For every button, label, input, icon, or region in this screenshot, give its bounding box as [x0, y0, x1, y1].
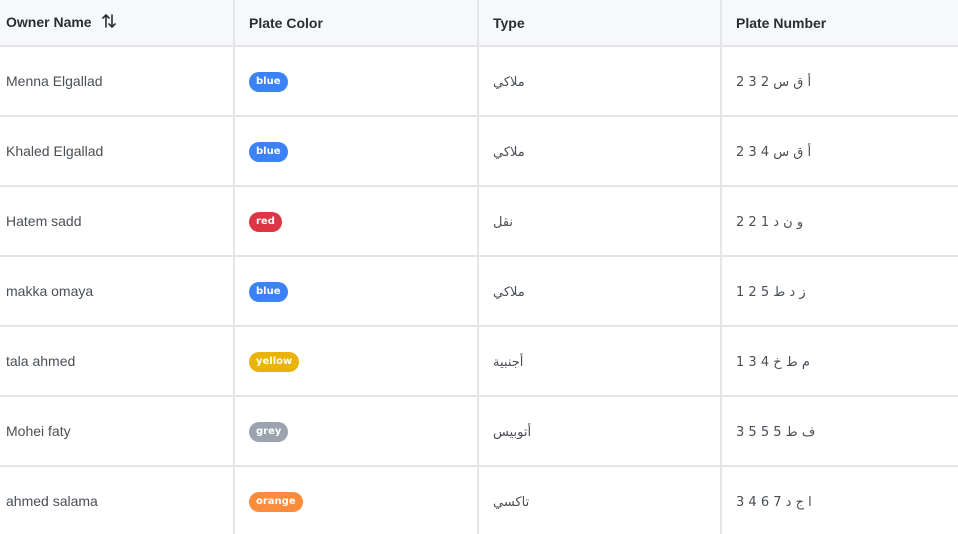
table-row[interactable]: Menna Elgallad blue ملاكي أ ق س 2 3 2 — [0, 46, 958, 117]
vehicle-type-text: تاكسي — [493, 494, 530, 510]
cell-type: ملاكي — [478, 116, 722, 187]
plate-color-badge: red — [249, 211, 282, 232]
cell-plate-number: و ن د 1 2 2 — [721, 186, 958, 257]
owner-name-text: Mohei faty — [6, 423, 71, 439]
table-body: Menna Elgallad blue ملاكي أ ق س 2 3 2 Khaled… — [0, 46, 958, 534]
column-header-label: Plate Color — [249, 14, 323, 31]
cell-plate-number: ز د ط 5 2 1 — [721, 256, 958, 327]
cell-plate-number: م ط خ 4 3 1 — [721, 326, 958, 397]
plate-color-badge: yellow — [249, 351, 300, 372]
table-row[interactable]: Hatem sadd red نقل و ن د 1 2 2 — [0, 186, 958, 257]
owner-name-text: ahmed salama — [6, 493, 98, 509]
table-row[interactable]: makka omaya blue ملاكي ز د ط 5 2 1 — [0, 256, 958, 327]
table-row[interactable]: ahmed salama orange تاكسي ا ج د 7 6 4 3 — [0, 466, 958, 534]
vehicle-type-text: نقل — [493, 214, 514, 230]
cell-plate-color: grey — [234, 396, 479, 467]
owner-name-text: Hatem sadd — [6, 213, 82, 229]
cell-owner-name: ahmed salama — [0, 466, 235, 534]
owner-name-text: Khaled Elgallad — [6, 143, 104, 159]
vehicle-type-text: ملاكي — [493, 74, 525, 90]
cell-plate-number: ف ط 5 5 5 3 — [721, 396, 958, 467]
cell-type: ملاكي — [478, 46, 722, 117]
plate-number-text: و ن د 1 2 2 — [736, 214, 804, 230]
vehicle-type-text: ملاكي — [493, 284, 525, 300]
plate-color-badge: blue — [249, 71, 288, 92]
cell-type: نقل — [478, 186, 722, 257]
cell-plate-color: yellow — [234, 326, 479, 397]
column-header-owner-name[interactable]: Owner Name — [0, 0, 235, 47]
plate-number-text: ا ج د 7 6 4 3 — [736, 494, 812, 510]
owner-name-text: makka omaya — [6, 283, 94, 299]
cell-owner-name: Menna Elgallad — [0, 46, 235, 117]
table-row[interactable]: tala ahmed yellow أجنبية م ط خ 4 3 1 — [0, 326, 958, 397]
column-header-type[interactable]: Type — [478, 0, 722, 47]
column-header-plate-color[interactable]: Plate Color — [234, 0, 479, 47]
plate-color-badge: blue — [249, 281, 288, 302]
plate-color-badge: blue — [249, 141, 288, 162]
sort-arrows-icon[interactable] — [101, 13, 117, 32]
cell-plate-number: ا ج د 7 6 4 3 — [721, 466, 958, 534]
column-header-label: Plate Number — [736, 14, 827, 31]
cell-type: أتوبيس — [478, 396, 722, 467]
plate-number-text: ف ط 5 5 5 3 — [736, 424, 816, 440]
vehicle-type-text: أجنبية — [493, 354, 524, 370]
cell-type: أجنبية — [478, 326, 722, 397]
plate-number-text: أ ق س 4 3 2 — [736, 144, 812, 160]
plate-number-text: ز د ط 5 2 1 — [736, 284, 806, 300]
cell-owner-name: Mohei faty — [0, 396, 235, 467]
cell-plate-color: blue — [234, 256, 479, 327]
cell-plate-number: أ ق س 2 3 2 — [721, 46, 958, 117]
cell-plate-color: red — [234, 186, 479, 257]
owner-name-text: tala ahmed — [6, 353, 76, 369]
plate-color-badge: grey — [249, 421, 289, 442]
plate-number-text: أ ق س 2 3 2 — [736, 74, 812, 90]
vehicles-table: Owner Name Plate Color Type Plate Number… — [0, 0, 958, 534]
cell-owner-name: makka omaya — [0, 256, 235, 327]
table-row[interactable]: Khaled Elgallad blue ملاكي أ ق س 4 3 2 — [0, 116, 958, 187]
cell-owner-name: tala ahmed — [0, 326, 235, 397]
cell-plate-color: blue — [234, 46, 479, 117]
cell-type: تاكسي — [478, 466, 722, 534]
cell-type: ملاكي — [478, 256, 722, 327]
plate-number-text: م ط خ 4 3 1 — [736, 354, 810, 370]
cell-plate-color: blue — [234, 116, 479, 187]
plate-color-badge: orange — [249, 491, 303, 512]
column-header-label: Owner Name — [6, 14, 92, 30]
cell-plate-number: أ ق س 4 3 2 — [721, 116, 958, 187]
cell-owner-name: Khaled Elgallad — [0, 116, 235, 187]
vehicle-type-text: ملاكي — [493, 144, 525, 160]
column-header-plate-number[interactable]: Plate Number — [721, 0, 958, 47]
owner-name-text: Menna Elgallad — [6, 73, 103, 89]
table-row[interactable]: Mohei faty grey أتوبيس ف ط 5 5 5 3 — [0, 396, 958, 467]
vehicle-type-text: أتوبيس — [493, 424, 532, 440]
cell-owner-name: Hatem sadd — [0, 186, 235, 257]
column-header-label: Type — [493, 14, 525, 31]
cell-plate-color: orange — [234, 466, 479, 534]
table-header-row: Owner Name Plate Color Type Plate Number — [0, 0, 958, 47]
